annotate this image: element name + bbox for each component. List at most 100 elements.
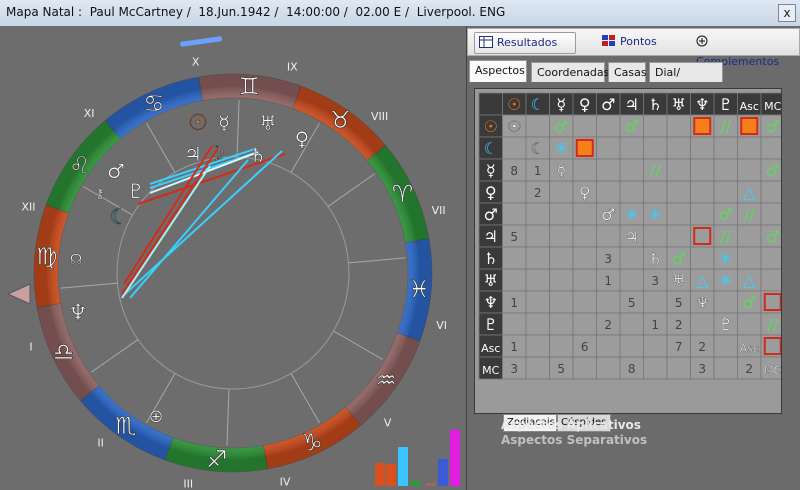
grid-cell <box>549 202 574 226</box>
house-numeral: XI <box>84 107 95 120</box>
grid-row-header: ♀ <box>485 183 497 202</box>
results-panel: Resultados Pontos Complementos Aspectos … <box>467 26 800 490</box>
zodiac-ring: ♍ ♌ ♋ ♊ ♉ ♈ ♓ ♒ ♑ ♐ ♏ ♎ <box>33 72 433 474</box>
house-numerals: IIIIII IVVVIVIIVIIIIXXXIXII <box>22 55 447 490</box>
house-cusp <box>226 388 230 446</box>
planet-glyph[interactable]: ☽ <box>207 141 225 165</box>
house-numeral: I <box>29 341 32 354</box>
house-cusp <box>327 173 376 207</box>
points-button[interactable]: Pontos <box>598 32 661 52</box>
tab-dial[interactable]: Dial/ Enquadr <box>649 62 723 99</box>
planet-glyph[interactable]: ☿ <box>218 111 231 135</box>
aspect-trine[interactable]: △ <box>743 271 756 290</box>
grid-cell <box>619 246 644 270</box>
aspect-sextile[interactable]: ♂ <box>766 117 780 136</box>
zodiac-glyph: ♊ <box>239 73 261 101</box>
aspect-sextile[interactable]: ♂ <box>554 117 568 136</box>
zodiac-glyph: ♍ <box>36 243 58 271</box>
aspect-square[interactable] <box>693 117 712 135</box>
tab-casas[interactable]: Casas <box>608 62 647 82</box>
grid-cell <box>596 334 621 358</box>
complements-button[interactable]: Complementos <box>692 32 799 68</box>
grid-cell <box>596 136 621 160</box>
orb-value: 8 <box>628 362 636 376</box>
aspect-opposition[interactable]: ✳ <box>719 249 732 268</box>
aspect-sextile[interactable]: ♂ <box>766 161 780 180</box>
aspect-quincunx[interactable]: // <box>720 117 731 136</box>
grid-cell <box>549 334 574 358</box>
planet-glyph[interactable]: ⚷ <box>95 186 106 202</box>
grid-row-header: ♂ <box>484 205 498 224</box>
aspect-quincunx[interactable]: // <box>744 205 755 224</box>
grid-cell <box>549 246 574 270</box>
grid-cell <box>549 180 574 204</box>
ascendant-marker[interactable] <box>6 283 31 305</box>
planet-glyph[interactable]: ♃ <box>184 142 202 166</box>
grid-cell <box>737 158 762 182</box>
aspect-opposition[interactable]: ✳ <box>649 205 662 224</box>
planet-glyph[interactable]: ⊕ <box>148 406 163 427</box>
grid-cell <box>643 356 668 380</box>
natal-wheel: ♍♌♋♊♉♈♓♒♑♐♏♎ IIIIII IVVVIVIIVIIIIXXXIXII … <box>6 36 460 490</box>
grid-cell <box>502 268 527 292</box>
mc-marker[interactable] <box>180 36 222 47</box>
planet-glyph[interactable]: ☊ <box>70 252 83 268</box>
aspect-sextile[interactable]: ♂ <box>719 205 733 224</box>
grid-row-header: ♄ <box>484 249 498 268</box>
grid-diagonal-glyph: ☾ <box>531 139 545 158</box>
grid-cell <box>549 312 574 336</box>
grid-cell <box>643 290 668 314</box>
planet-glyph[interactable]: ☾ <box>109 205 129 230</box>
aspect-quincunx[interactable]: // <box>767 315 778 334</box>
bar-cardinal <box>438 459 448 486</box>
results-button[interactable]: Resultados <box>474 32 576 54</box>
planet-glyph[interactable]: ☉ <box>188 111 208 136</box>
aspect-trine[interactable]: △ <box>696 271 709 290</box>
orb-value: 3 <box>651 274 659 288</box>
planet-glyph[interactable]: ♅ <box>259 111 277 135</box>
grid-col-header: ☿ <box>556 95 566 114</box>
aspect-square[interactable] <box>740 117 759 135</box>
close-button[interactable]: x <box>778 4 796 22</box>
grid-cell <box>713 356 738 380</box>
planet-glyph[interactable]: ♄ <box>249 143 267 167</box>
grid-cell <box>713 334 738 358</box>
planet-glyph[interactable]: ♆ <box>68 301 88 326</box>
aspect-trine[interactable]: △ <box>743 183 756 202</box>
grid-cell <box>666 224 691 248</box>
grid-cell <box>525 246 550 270</box>
aspect-opposition[interactable]: ✳ <box>625 205 638 224</box>
aspect-sextile[interactable]: ♂ <box>766 227 780 246</box>
bar-fire <box>375 463 385 486</box>
aspect-sextile[interactable]: ♂ <box>625 117 639 136</box>
orb-value: 1 <box>651 318 659 332</box>
aspect-opposition[interactable]: ✳ <box>719 271 732 290</box>
grid-cell <box>643 334 668 358</box>
tab-aspectos[interactable]: Aspectos <box>469 60 527 82</box>
aspect-quincunx[interactable]: // <box>650 161 661 180</box>
planet-glyph[interactable]: ♂ <box>107 159 125 183</box>
house-numeral: IV <box>280 476 291 489</box>
grid-cell <box>666 114 691 138</box>
grid-cell <box>525 224 550 248</box>
legend-applying: Aspectos Aplicativos <box>501 418 641 432</box>
results-label: Resultados <box>497 36 558 49</box>
ring-shade <box>34 74 432 472</box>
aspect-sextile[interactable]: ♂ <box>672 249 686 268</box>
zodiac-glyph: ♎ <box>53 338 75 366</box>
grid-cell <box>525 290 550 314</box>
grid-cell <box>690 312 715 336</box>
aspect-sextile[interactable]: ♂ <box>742 293 756 312</box>
zodiac-glyph: ♉ <box>330 106 352 134</box>
tab-coordenadas[interactable]: Coordenadas <box>531 62 609 82</box>
table-icon <box>479 35 493 48</box>
chart-area: ♍ ♌ ♋ ♊ ♉ ♈ ♓ ♒ ♑ ♐ ♏ ♎ I II III IV V VI VII VIII IX X XI XII … <box>0 26 467 490</box>
planet-glyph[interactable]: ♇ <box>127 179 145 203</box>
planet-glyph[interactable]: ♀ <box>294 127 310 151</box>
aspect-square[interactable] <box>575 139 594 157</box>
grid-cell <box>737 246 762 270</box>
aspect-opposition[interactable]: ✳ <box>555 139 568 158</box>
orb-value: 5 <box>675 296 683 310</box>
aspect-quincunx[interactable]: // <box>720 227 731 246</box>
grid-cell <box>596 114 621 138</box>
